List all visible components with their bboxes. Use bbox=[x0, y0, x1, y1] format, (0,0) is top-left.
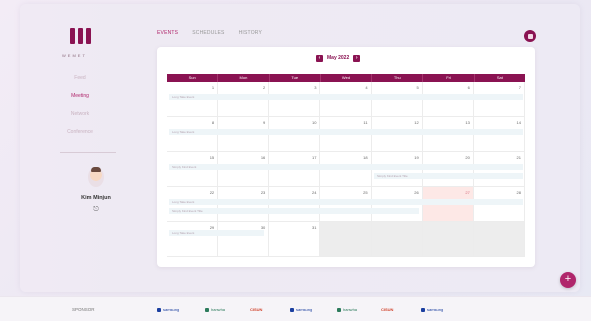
sidebar-divider bbox=[60, 152, 116, 153]
day-number: 31 bbox=[311, 225, 317, 230]
day-number: 4 bbox=[365, 85, 368, 90]
tab-history[interactable]: HISTORY bbox=[239, 30, 262, 36]
sponsor-logo-text: hanwha bbox=[343, 307, 358, 312]
day-number: 3 bbox=[314, 85, 317, 90]
tab-schedules[interactable]: SCHEDULES bbox=[192, 30, 224, 36]
add-event-button[interactable]: + bbox=[560, 272, 576, 288]
weekday-label: Sun bbox=[167, 74, 219, 82]
sponsor-logo-text: samsung bbox=[163, 307, 180, 312]
day-number: 28 bbox=[516, 190, 521, 195]
weekday-label: Fri bbox=[423, 74, 475, 82]
day-number: 7 bbox=[518, 85, 521, 90]
day-number: 14 bbox=[516, 120, 521, 125]
day-number: 10 bbox=[311, 120, 317, 125]
sponsor-logo[interactable]: hanwha bbox=[337, 306, 357, 313]
day-number: 9 bbox=[263, 120, 266, 125]
day-number: 19 bbox=[414, 155, 419, 160]
day-number: 12 bbox=[414, 120, 419, 125]
calendar-day-empty bbox=[320, 222, 372, 256]
day-number: 1 bbox=[211, 85, 215, 90]
weekday-label: Sat bbox=[496, 75, 503, 80]
top-tabs: EVENTS SCHEDULES HISTORY bbox=[157, 30, 262, 36]
calendar-day-empty bbox=[473, 222, 525, 256]
sidebar-item-feed[interactable]: Feed bbox=[40, 74, 120, 92]
day-number: 5 bbox=[416, 85, 419, 90]
sponsor-logo[interactable]: samsung bbox=[290, 306, 312, 313]
calendar-icon[interactable] bbox=[524, 30, 536, 42]
calendar-grid: Sun Mon Tue Wed Thu Fri Sat 1 2 3 4 5 6 … bbox=[167, 74, 525, 257]
day-number: 2 bbox=[263, 85, 266, 90]
calendar-week: 29 30 31 Long Take Event bbox=[167, 222, 525, 257]
sponsor-logo-text: hanwha bbox=[211, 307, 226, 312]
app-logo-text: WEMET bbox=[62, 53, 87, 58]
tab-events[interactable]: EVENTS bbox=[157, 30, 178, 36]
day-number: 16 bbox=[260, 155, 266, 160]
day-number: 20 bbox=[465, 155, 470, 160]
calendar-event[interactable]: Simply Kind Event bbox=[169, 164, 523, 170]
calendar-card: ‹ May 2022 › Sun Mon Tue Wed Thu Fri Sat… bbox=[157, 47, 535, 267]
day-number: 25 bbox=[363, 190, 368, 195]
calendar-week: 8 9 10 11 12 13 14 Long Take Event bbox=[167, 117, 525, 152]
weekday-label: Mon bbox=[218, 74, 270, 82]
sponsor-label: SPONSOR bbox=[72, 307, 95, 312]
avatar[interactable] bbox=[88, 167, 104, 187]
day-number: 17 bbox=[311, 155, 317, 160]
day-number: 26 bbox=[414, 190, 419, 195]
calendar-event[interactable]: Long Take Event bbox=[169, 129, 523, 135]
month-nav: ‹ May 2022 › bbox=[316, 53, 361, 63]
calendar-week: 15 16 17 18 19 20 21 Simply Kind Event S… bbox=[167, 152, 525, 187]
sidebar-item-network[interactable]: Network bbox=[40, 110, 120, 128]
day-number: 22 bbox=[209, 190, 215, 195]
day-number: 15 bbox=[209, 155, 215, 160]
sponsor-logo[interactable]: samsung bbox=[157, 306, 179, 313]
weekday-header: Sun Mon Tue Wed Thu Fri Sat bbox=[167, 74, 525, 82]
sponsor-logo-text: samsung bbox=[296, 307, 313, 312]
calendar-event[interactable]: Long Take Event bbox=[169, 199, 523, 205]
day-number: 6 bbox=[467, 85, 470, 90]
app-logo-icon[interactable] bbox=[70, 28, 91, 44]
weekday-label: Thu bbox=[372, 74, 424, 82]
calendar-week: 1 2 3 4 5 6 7 Long Take Event bbox=[167, 82, 525, 117]
sponsor-logo[interactable]: samsung bbox=[421, 306, 443, 313]
sponsor-bar: SPONSOR samsung hanwha CISUN samsung han… bbox=[0, 296, 591, 321]
calendar-day[interactable]: 30 bbox=[218, 222, 270, 256]
sponsor-logo[interactable]: hanwha bbox=[205, 306, 225, 313]
sidebar-item-conference[interactable]: Conference bbox=[40, 128, 120, 146]
calendar-day-empty bbox=[422, 222, 474, 256]
logout-icon[interactable]: ⎋ bbox=[91, 205, 101, 215]
weekday-label: Wed bbox=[321, 74, 373, 82]
prev-month-icon[interactable]: ‹ bbox=[316, 54, 323, 62]
day-number: 13 bbox=[465, 120, 470, 125]
calendar-week: 22 23 24 25 26 27 28 Long Take Event Sim… bbox=[167, 187, 525, 222]
calendar-event[interactable]: Simply Kind Event Title bbox=[374, 173, 523, 179]
day-number: 21 bbox=[516, 155, 521, 160]
day-number: 8 bbox=[211, 120, 215, 125]
calendar-event[interactable]: Long Take Event bbox=[169, 230, 264, 236]
day-number: 23 bbox=[260, 190, 266, 195]
weekday-label: Tue bbox=[270, 74, 321, 82]
calendar-event[interactable]: Long Take Event bbox=[169, 94, 523, 100]
calendar-event[interactable]: Simply Kind Event Title bbox=[169, 208, 419, 214]
calendar-day[interactable]: 29 bbox=[167, 222, 219, 256]
user-name: Kim Minjun bbox=[81, 195, 111, 201]
sponsor-logo[interactable]: CISUN bbox=[381, 306, 393, 313]
sponsor-logo-text: samsung bbox=[427, 307, 444, 312]
calendar-day[interactable]: 31 bbox=[269, 222, 321, 256]
month-label: May 2022 bbox=[327, 55, 350, 61]
day-number: 18 bbox=[363, 155, 368, 160]
day-number: 11 bbox=[363, 120, 368, 125]
next-month-icon[interactable]: › bbox=[353, 54, 361, 62]
sponsor-logo[interactable]: CISUN bbox=[250, 306, 262, 313]
calendar-day-empty bbox=[371, 222, 423, 256]
day-number: 27 bbox=[465, 190, 470, 195]
sponsor-logo-text: CISUN bbox=[381, 307, 394, 312]
sidebar-item-meeting[interactable]: Meeting bbox=[40, 92, 120, 110]
sponsor-logo-text: CISUN bbox=[250, 307, 263, 312]
day-number: 24 bbox=[311, 190, 317, 195]
sidebar-nav: Feed Meeting Network Conference bbox=[40, 74, 120, 146]
